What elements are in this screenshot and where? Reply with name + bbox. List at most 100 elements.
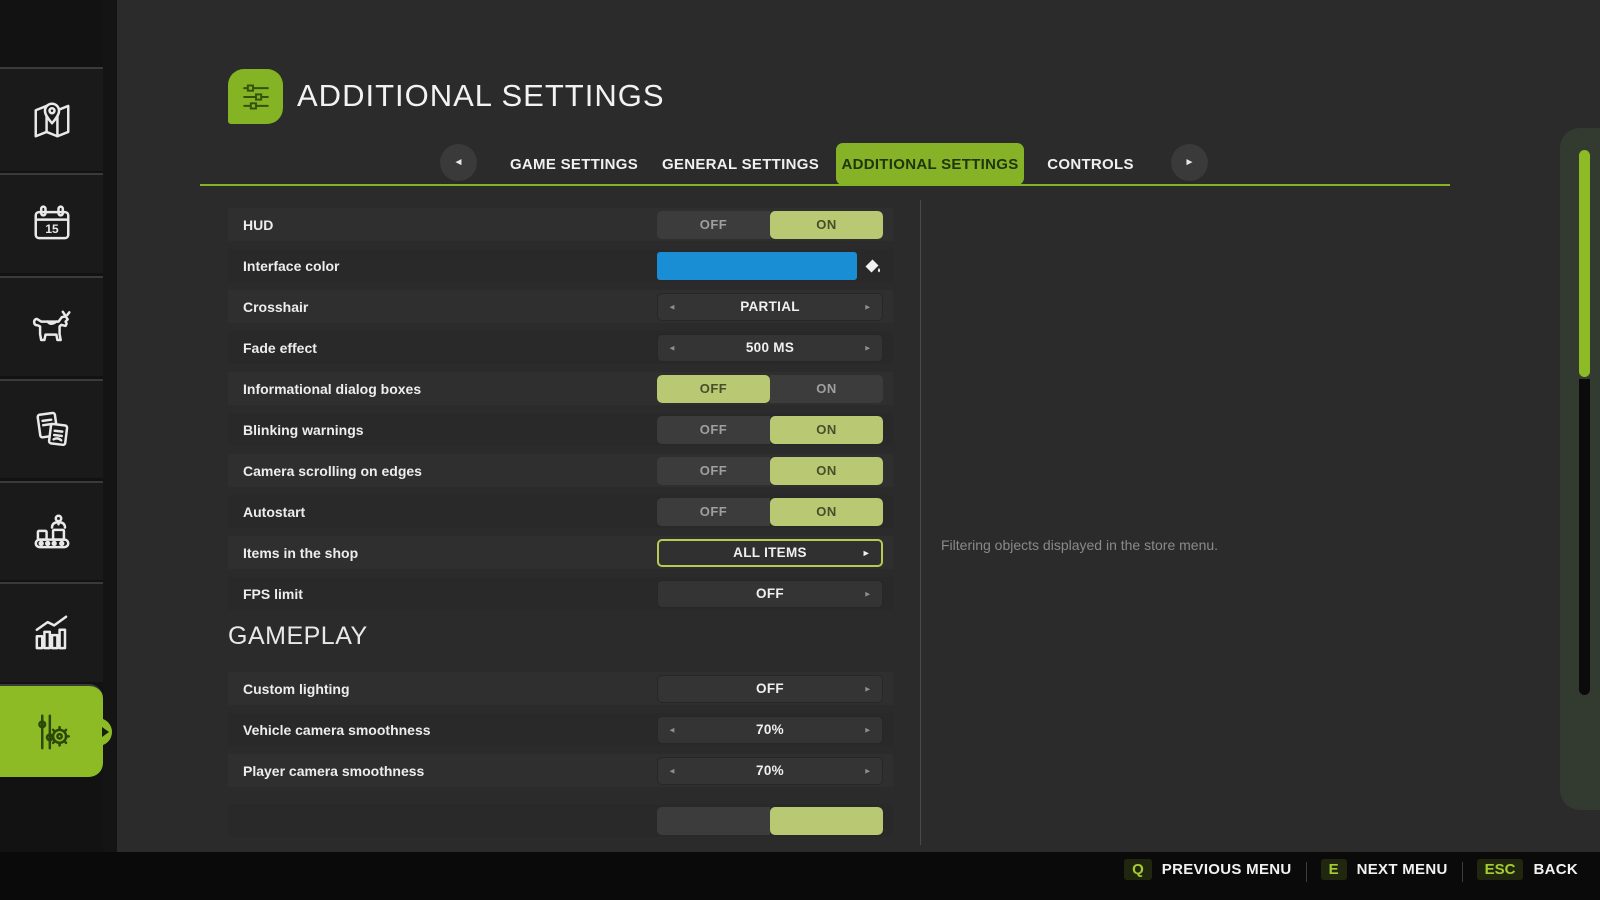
arrow-right-icon[interactable]: ► xyxy=(864,589,872,598)
stepper-value: 70% xyxy=(756,722,784,737)
fps-limit-select[interactable]: OFF ► xyxy=(657,580,883,608)
tab-additional-settings[interactable]: ADDITIONAL SETTINGS xyxy=(836,143,1024,185)
toggle-off-button[interactable]: OFF xyxy=(657,498,770,526)
setting-row-fps-limit: FPS limit OFF ► xyxy=(228,577,893,610)
setting-label: Camera scrolling on edges xyxy=(228,463,422,479)
crosshair-stepper[interactable]: ◄ PARTIAL ► xyxy=(657,293,883,321)
scrollbar-thumb[interactable] xyxy=(1579,150,1590,377)
setting-label: Autostart xyxy=(228,504,305,520)
back-label: BACK xyxy=(1533,861,1578,878)
arrow-right-icon[interactable]: ► xyxy=(862,548,871,558)
setting-row-blinking-warnings: Blinking warnings OFF ON xyxy=(228,413,893,446)
cow-icon xyxy=(26,301,78,353)
map-icon xyxy=(26,94,78,146)
setting-label: Vehicle camera smoothness xyxy=(228,722,431,738)
tab-general-settings[interactable]: GENERAL SETTINGS xyxy=(658,143,823,185)
hud-toggle[interactable]: OFF ON xyxy=(657,211,883,239)
arrow-right-icon[interactable]: ► xyxy=(864,343,872,352)
setting-row-hud: HUD OFF ON xyxy=(228,208,893,241)
arrow-left-icon[interactable]: ◄ xyxy=(668,725,676,734)
setting-row-player-camera: Player camera smoothness ◄ 70% ► xyxy=(228,754,893,787)
sidebar-item-settings[interactable] xyxy=(0,684,103,777)
setting-row-items-in-shop: Items in the shop ALL ITEMS ► xyxy=(228,536,893,569)
settings-list: HUD OFF ON Interface color Crosshair ◄ P… xyxy=(228,208,893,845)
setting-row-crosshair: Crosshair ◄ PARTIAL ► xyxy=(228,290,893,323)
toggle-off-button[interactable]: OFF xyxy=(657,416,770,444)
bottom-bar-divider xyxy=(1306,862,1307,882)
camera-scrolling-toggle[interactable]: OFF ON xyxy=(657,457,883,485)
toggle-on-button[interactable]: ON xyxy=(770,457,883,485)
vehicle-camera-stepper[interactable]: ◄ 70% ► xyxy=(657,716,883,744)
info-dialogs-toggle[interactable]: OFF ON xyxy=(657,375,883,403)
calendar-icon: 15 xyxy=(26,198,78,250)
sidebar-item-production[interactable] xyxy=(0,481,103,580)
setting-row-interface-color: Interface color xyxy=(228,249,893,282)
select-value: ALL ITEMS xyxy=(733,545,807,560)
key-hint-e: E xyxy=(1321,859,1347,880)
autostart-toggle[interactable]: OFF ON xyxy=(657,498,883,526)
sidebar-item-calendar[interactable]: 15 xyxy=(0,173,103,273)
arrow-right-icon[interactable]: ► xyxy=(864,766,872,775)
setting-label: Interface color xyxy=(228,258,339,274)
arrow-left-icon[interactable]: ◄ xyxy=(668,766,676,775)
stepper-value: 70% xyxy=(756,763,784,778)
paint-bucket-icon[interactable] xyxy=(861,255,883,277)
tab-controls[interactable]: CONTROLS xyxy=(1040,143,1141,185)
setting-label: Crosshair xyxy=(228,299,308,315)
tabs-prev-button[interactable]: ◄ xyxy=(440,144,477,181)
toggle-off-button[interactable]: OFF xyxy=(657,211,770,239)
fade-effect-stepper[interactable]: ◄ 500 MS ► xyxy=(657,334,883,362)
sliders-icon xyxy=(236,77,276,117)
previous-menu-label: PREVIOUS MENU xyxy=(1162,861,1292,878)
arrow-right-icon[interactable]: ► xyxy=(864,684,872,693)
arrow-right-icon[interactable]: ► xyxy=(864,725,872,734)
setting-row-camera-scrolling: Camera scrolling on edges OFF ON xyxy=(228,454,893,487)
setting-label: FPS limit xyxy=(228,586,303,602)
toggle-on-button[interactable]: ON xyxy=(770,211,883,239)
tabs-next-button[interactable]: ► xyxy=(1171,144,1208,181)
key-hint-esc: ESC xyxy=(1477,859,1524,880)
arrow-left-icon[interactable]: ◄ xyxy=(668,302,676,311)
contracts-icon xyxy=(26,404,78,456)
toggle-off-button[interactable] xyxy=(657,807,770,835)
setting-label: HUD xyxy=(228,217,273,233)
bottom-bar: Q PREVIOUS MENU E NEXT MENU ESC BACK xyxy=(0,852,1600,900)
setting-row-autostart: Autostart OFF ON xyxy=(228,495,893,528)
statistics-icon xyxy=(26,607,78,659)
toggle-on-button[interactable]: ON xyxy=(770,498,883,526)
next-menu-label: NEXT MENU xyxy=(1357,861,1448,878)
setting-label: Items in the shop xyxy=(228,545,358,561)
toggle-on-button[interactable] xyxy=(770,807,883,835)
setting-label: Player camera smoothness xyxy=(228,763,424,779)
sidebar-item-statistics[interactable] xyxy=(0,582,103,682)
items-in-shop-select[interactable]: ALL ITEMS ► xyxy=(657,539,883,567)
next-menu-button[interactable]: E NEXT MENU xyxy=(1321,859,1448,880)
blinking-warnings-toggle[interactable]: OFF ON xyxy=(657,416,883,444)
toggle-on-button[interactable]: ON xyxy=(770,416,883,444)
toggle-off-button[interactable]: OFF xyxy=(657,457,770,485)
arrow-right-icon[interactable]: ► xyxy=(864,302,872,311)
setting-label: Informational dialog boxes xyxy=(228,381,421,397)
sidebar: 15 xyxy=(0,0,103,852)
sidebar-item-map[interactable] xyxy=(0,67,103,171)
toggle-on-button[interactable]: ON xyxy=(770,375,883,403)
panel-divider xyxy=(920,200,921,845)
tab-game-settings[interactable]: GAME SETTINGS xyxy=(500,143,648,185)
scrollbar-track[interactable] xyxy=(1579,379,1590,695)
interface-color-swatch[interactable] xyxy=(657,252,857,280)
setting-row-fade-effect: Fade effect ◄ 500 MS ► xyxy=(228,331,893,364)
player-camera-stepper[interactable]: ◄ 70% ► xyxy=(657,757,883,785)
toggle-off-button[interactable]: OFF xyxy=(657,375,770,403)
clipped-toggle[interactable] xyxy=(657,807,883,835)
page-icon-settings xyxy=(228,69,283,124)
custom-lighting-select[interactable]: OFF ► xyxy=(657,675,883,703)
page-title: ADDITIONAL SETTINGS xyxy=(297,78,665,114)
key-hint-q: Q xyxy=(1124,859,1152,880)
previous-menu-button[interactable]: Q PREVIOUS MENU xyxy=(1124,859,1291,880)
arrow-left-icon[interactable]: ◄ xyxy=(668,343,676,352)
calendar-day: 15 xyxy=(45,222,59,236)
section-title-gameplay: GAMEPLAY xyxy=(228,622,893,652)
sidebar-item-contracts[interactable] xyxy=(0,379,103,478)
back-button[interactable]: ESC BACK xyxy=(1477,859,1578,880)
sidebar-item-animals[interactable] xyxy=(0,276,103,376)
